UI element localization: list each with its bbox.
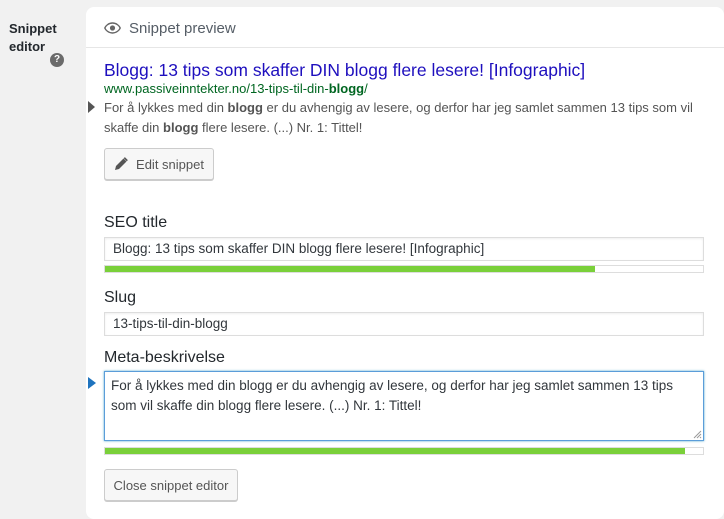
description-pointer-icon — [88, 101, 95, 113]
serp-url: www.passiveinntekter.no/13-tips-til-din-… — [104, 81, 368, 96]
close-snippet-editor-label: Close snippet editor — [113, 477, 229, 493]
slug-input[interactable]: 13-tips-til-din-blogg — [104, 312, 704, 336]
seo-title-input[interactable]: Blogg: 13 tips som skaffer DIN blogg fle… — [104, 237, 704, 261]
seo-title-label: SEO title — [104, 214, 168, 231]
serp-desc-part: flere lesere. (...) Nr. 1: Tittel! — [198, 120, 363, 135]
serp-desc-part: For å lykkes med din — [104, 100, 228, 115]
serp-title[interactable]: Blogg: 13 tips som skaffer DIN blogg fle… — [104, 60, 585, 81]
serp-desc-keyword: blogg — [163, 120, 199, 135]
snippet-editor-label: Snippet editor — [9, 21, 57, 54]
slug-label: Slug — [104, 289, 137, 306]
eye-icon — [104, 22, 121, 34]
meta-description-progress — [104, 447, 704, 455]
help-icon[interactable]: ? — [50, 53, 64, 67]
meta-description-progress-fill — [105, 448, 686, 454]
serp-description: For å lykkes med din blogg er du avhengi… — [104, 98, 704, 138]
pencil-icon — [115, 157, 128, 170]
meta-description-textarea[interactable]: For å lykkes med din blogg er du avhengi… — [104, 371, 704, 441]
close-snippet-editor-button[interactable]: Close snippet editor — [104, 469, 238, 501]
serp-url-keyword: blogg — [328, 81, 365, 96]
serp-url-suffix: / — [364, 81, 368, 96]
serp-url-prefix: www.passiveinntekter.no/13-tips-til-din- — [104, 81, 329, 96]
snippet-preview-title: Snippet preview — [129, 19, 236, 37]
seo-title-progress-fill — [105, 266, 596, 272]
meta-description-label: Meta-beskrivelse — [104, 349, 225, 366]
active-field-pointer-icon — [88, 377, 96, 389]
resize-grip-icon[interactable] — [692, 429, 702, 439]
seo-title-progress — [104, 265, 704, 273]
edit-snippet-button[interactable]: Edit snippet — [104, 148, 214, 180]
edit-snippet-label: Edit snippet — [136, 156, 204, 172]
snippet-preview-header: Snippet preview — [104, 16, 236, 40]
divider — [86, 47, 724, 48]
serp-desc-keyword: blogg — [227, 100, 263, 115]
